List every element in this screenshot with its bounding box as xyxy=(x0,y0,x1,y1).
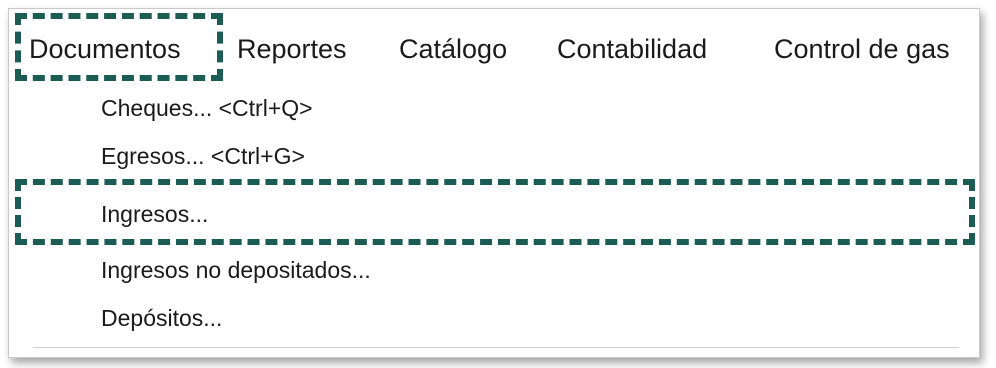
menu-item-cheques[interactable]: Cheques... <Ctrl+Q> xyxy=(101,91,313,125)
menu-contabilidad[interactable]: Contabilidad xyxy=(557,29,707,69)
menu-separator xyxy=(33,347,959,348)
menu-control-de-gas[interactable]: Control de gas xyxy=(774,29,950,69)
application-window: Documentos Reportes Catálogo Contabilida… xyxy=(8,8,980,358)
menu-item-ingresos[interactable]: Ingresos... xyxy=(101,197,208,231)
menu-reportes[interactable]: Reportes xyxy=(237,29,347,69)
menu-bar: Documentos Reportes Catálogo Contabilida… xyxy=(9,9,979,89)
documentos-dropdown-menu: Cheques... <Ctrl+Q> Egresos... <Ctrl+G> … xyxy=(9,89,979,357)
menu-item-egresos[interactable]: Egresos... <Ctrl+G> xyxy=(101,139,305,173)
menu-item-ingresos-no-depositados[interactable]: Ingresos no depositados... xyxy=(101,253,371,287)
menu-item-depositos[interactable]: Depósitos... xyxy=(101,301,222,335)
menu-documentos[interactable]: Documentos xyxy=(29,29,181,69)
menu-catalogo[interactable]: Catálogo xyxy=(399,29,507,69)
